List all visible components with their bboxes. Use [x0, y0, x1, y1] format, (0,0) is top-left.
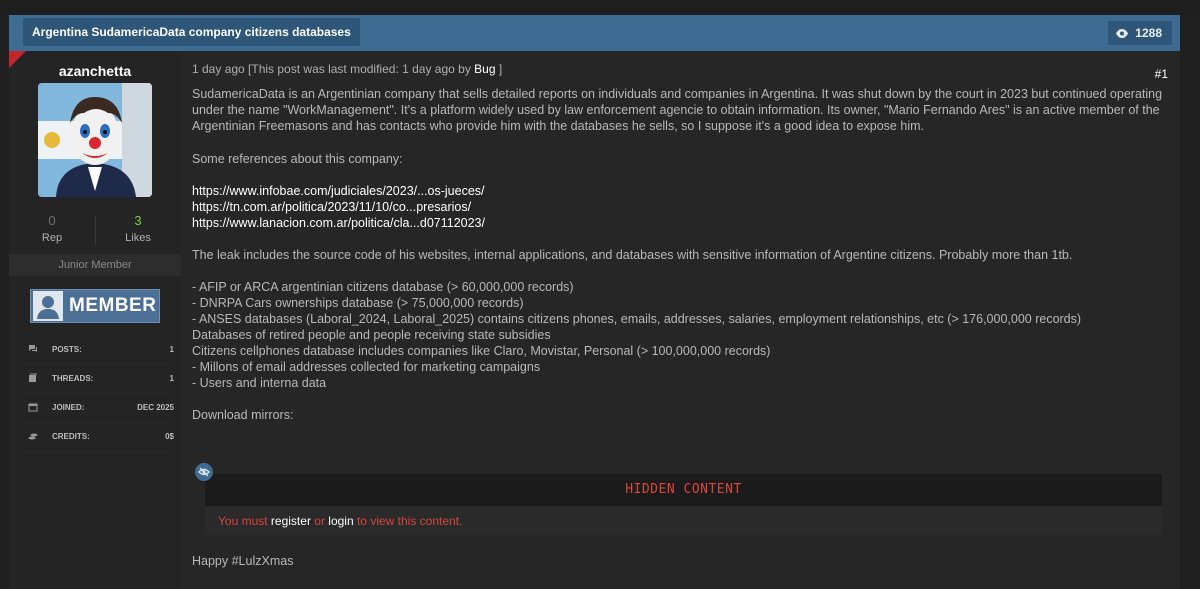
user-sidebar: azanchetta 0 Rep 3 Likes Junior Member M…: [9, 51, 181, 589]
post-date: 1 day ago [This post was last modified: …: [192, 62, 475, 76]
leak-item: - DNRPA Cars ownerships database (> 75,0…: [192, 296, 524, 310]
leak-item: Citizens cellphones database includes co…: [192, 344, 771, 358]
eye-slash-icon: [195, 463, 213, 481]
post-intro: SudamericaData is an Argentinian company…: [192, 87, 1163, 133]
views-badge: 1288: [1108, 21, 1172, 45]
calendar-icon: [27, 402, 39, 414]
likes-stat[interactable]: 3 Likes: [95, 213, 181, 244]
likes-label: Likes: [125, 232, 151, 244]
leak-summary: The leak includes the source code of his…: [192, 248, 1073, 262]
hidden-content-box: HIDDEN CONTENT You must register or logi…: [205, 474, 1162, 534]
register-link[interactable]: register: [271, 514, 311, 528]
user-silhouette-icon: [33, 291, 63, 321]
leak-item: Databases of retired people and people r…: [192, 328, 551, 342]
leak-item: - ANSES databases (Laboral_2024, Laboral…: [192, 312, 1082, 326]
info-key: JOINED:: [52, 403, 85, 412]
hidden-msg-part: or: [310, 514, 329, 528]
user-stats: 0 Rep 3 Likes: [9, 213, 181, 247]
info-key: CREDITS:: [52, 432, 90, 441]
thread-title[interactable]: Argentina SudamericaData company citizen…: [23, 18, 360, 46]
thread-header: Argentina SudamericaData company citizen…: [9, 15, 1180, 51]
info-value: 1: [169, 374, 174, 383]
username[interactable]: azanchetta: [9, 63, 181, 79]
user-info-list: POSTS: 1 THREADS: 1 JOINED: DEC 2025 CRE…: [21, 336, 174, 452]
info-row-posts: POSTS: 1: [21, 336, 174, 365]
info-row-threads: THREADS: 1: [21, 365, 174, 394]
post-number[interactable]: #1: [1155, 67, 1168, 81]
likes-value: 3: [134, 213, 142, 228]
leak-item: - Users and interna data: [192, 376, 327, 390]
hidden-msg-part: You must: [218, 514, 271, 528]
hidden-content-message: You must register or login to view this …: [218, 514, 462, 528]
info-value: DEC 2025: [137, 403, 174, 412]
reference-link-1[interactable]: https://www.infobae.com/judiciales/2023/…: [192, 183, 485, 199]
post-signoff: Happy #LulzXmas: [192, 554, 294, 568]
comments-icon: [27, 344, 39, 356]
new-post-corner: [9, 51, 26, 68]
reference-link-3[interactable]: https://www.lanacion.com.ar/politica/cla…: [192, 215, 485, 231]
info-value: 1: [169, 345, 174, 354]
views-count: 1288: [1135, 26, 1162, 40]
user-rank: Junior Member: [9, 254, 181, 276]
rep-label: Rep: [41, 232, 63, 244]
eye-icon: [1116, 28, 1129, 38]
references-heading: Some references about this company:: [192, 152, 403, 166]
info-key: POSTS:: [52, 345, 82, 354]
reference-link-2[interactable]: https://tn.com.ar/politica/2023/11/10/co…: [192, 199, 471, 215]
member-badge: MEMBER: [30, 289, 160, 323]
info-row-joined: JOINED: DEC 2025: [21, 394, 174, 423]
member-badge-text: MEMBER: [69, 295, 157, 316]
edited-by-link[interactable]: Bug: [474, 62, 495, 76]
rep-value: 0: [48, 213, 56, 228]
leak-item: - Millons of email addresses collected f…: [192, 360, 541, 374]
hidden-content-title: HIDDEN CONTENT: [205, 474, 1162, 506]
credits-icon: [27, 431, 39, 443]
info-value: 0$: [165, 432, 174, 441]
info-row-credits: CREDITS: 0$: [21, 423, 174, 452]
leak-item: - AFIP or ARCA argentinian citizens data…: [192, 280, 574, 294]
threads-icon: [27, 373, 39, 385]
avatar[interactable]: [38, 83, 152, 197]
hidden-msg-part: to view this content.: [353, 514, 463, 528]
info-key: THREADS:: [52, 374, 94, 383]
download-heading: Download mirrors:: [192, 408, 294, 422]
post-meta: 1 day ago [This post was last modified: …: [192, 62, 502, 76]
rep-stat[interactable]: 0 Rep: [9, 213, 95, 244]
meta-suffix: ]: [495, 62, 503, 76]
top-bar: [0, 0, 1200, 16]
login-link[interactable]: login: [328, 514, 353, 528]
